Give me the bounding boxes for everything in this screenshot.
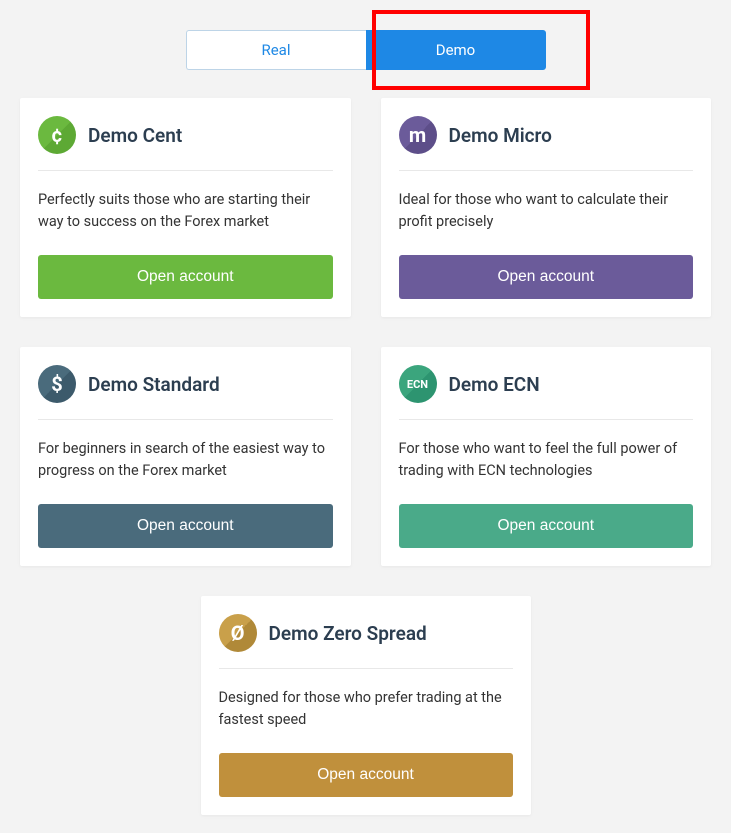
card-header: Ø Demo Zero Spread bbox=[219, 614, 513, 669]
card-description: Ideal for those who want to calculate th… bbox=[399, 189, 694, 233]
card-description: Perfectly suits those who are starting t… bbox=[38, 189, 333, 233]
open-account-button-cent[interactable]: Open account bbox=[38, 255, 333, 299]
account-type-tabs: Real Demo bbox=[20, 30, 711, 70]
card-title: Demo Zero Spread bbox=[269, 622, 427, 645]
tab-real[interactable]: Real bbox=[186, 30, 366, 70]
open-account-button-ecn[interactable]: Open account bbox=[399, 504, 694, 548]
card-header: m Demo Micro bbox=[399, 116, 694, 171]
card-header: $ Demo Standard bbox=[38, 365, 333, 420]
card-title: Demo Standard bbox=[88, 373, 220, 396]
card-header: ECN Demo ECN bbox=[399, 365, 694, 420]
micro-icon: m bbox=[399, 116, 437, 154]
open-account-button-zero[interactable]: Open account bbox=[219, 753, 513, 797]
ecn-icon: ECN bbox=[399, 365, 437, 403]
card-title: Demo ECN bbox=[449, 373, 540, 396]
card-header: ¢ Demo Cent bbox=[38, 116, 333, 171]
card-description: Designed for those who prefer trading at… bbox=[219, 687, 513, 731]
standard-icon: $ bbox=[38, 365, 76, 403]
open-account-button-micro[interactable]: Open account bbox=[399, 255, 694, 299]
tab-demo[interactable]: Demo bbox=[366, 30, 546, 70]
card-title: Demo Micro bbox=[449, 124, 552, 147]
account-row-single: Ø Demo Zero Spread Designed for those wh… bbox=[20, 596, 711, 815]
open-account-button-standard[interactable]: Open account bbox=[38, 504, 333, 548]
zero-spread-icon: Ø bbox=[219, 614, 257, 652]
account-grid: ¢ Demo Cent Perfectly suits those who ar… bbox=[20, 98, 711, 566]
account-card-cent: ¢ Demo Cent Perfectly suits those who ar… bbox=[20, 98, 351, 317]
account-card-standard: $ Demo Standard For beginners in search … bbox=[20, 347, 351, 566]
card-title: Demo Cent bbox=[88, 124, 182, 147]
account-card-micro: m Demo Micro Ideal for those who want to… bbox=[381, 98, 712, 317]
account-card-ecn: ECN Demo ECN For those who want to feel … bbox=[381, 347, 712, 566]
cent-icon: ¢ bbox=[38, 116, 76, 154]
card-description: For those who want to feel the full powe… bbox=[399, 438, 694, 482]
card-description: For beginners in search of the easiest w… bbox=[38, 438, 333, 482]
account-card-zero: Ø Demo Zero Spread Designed for those wh… bbox=[201, 596, 531, 815]
